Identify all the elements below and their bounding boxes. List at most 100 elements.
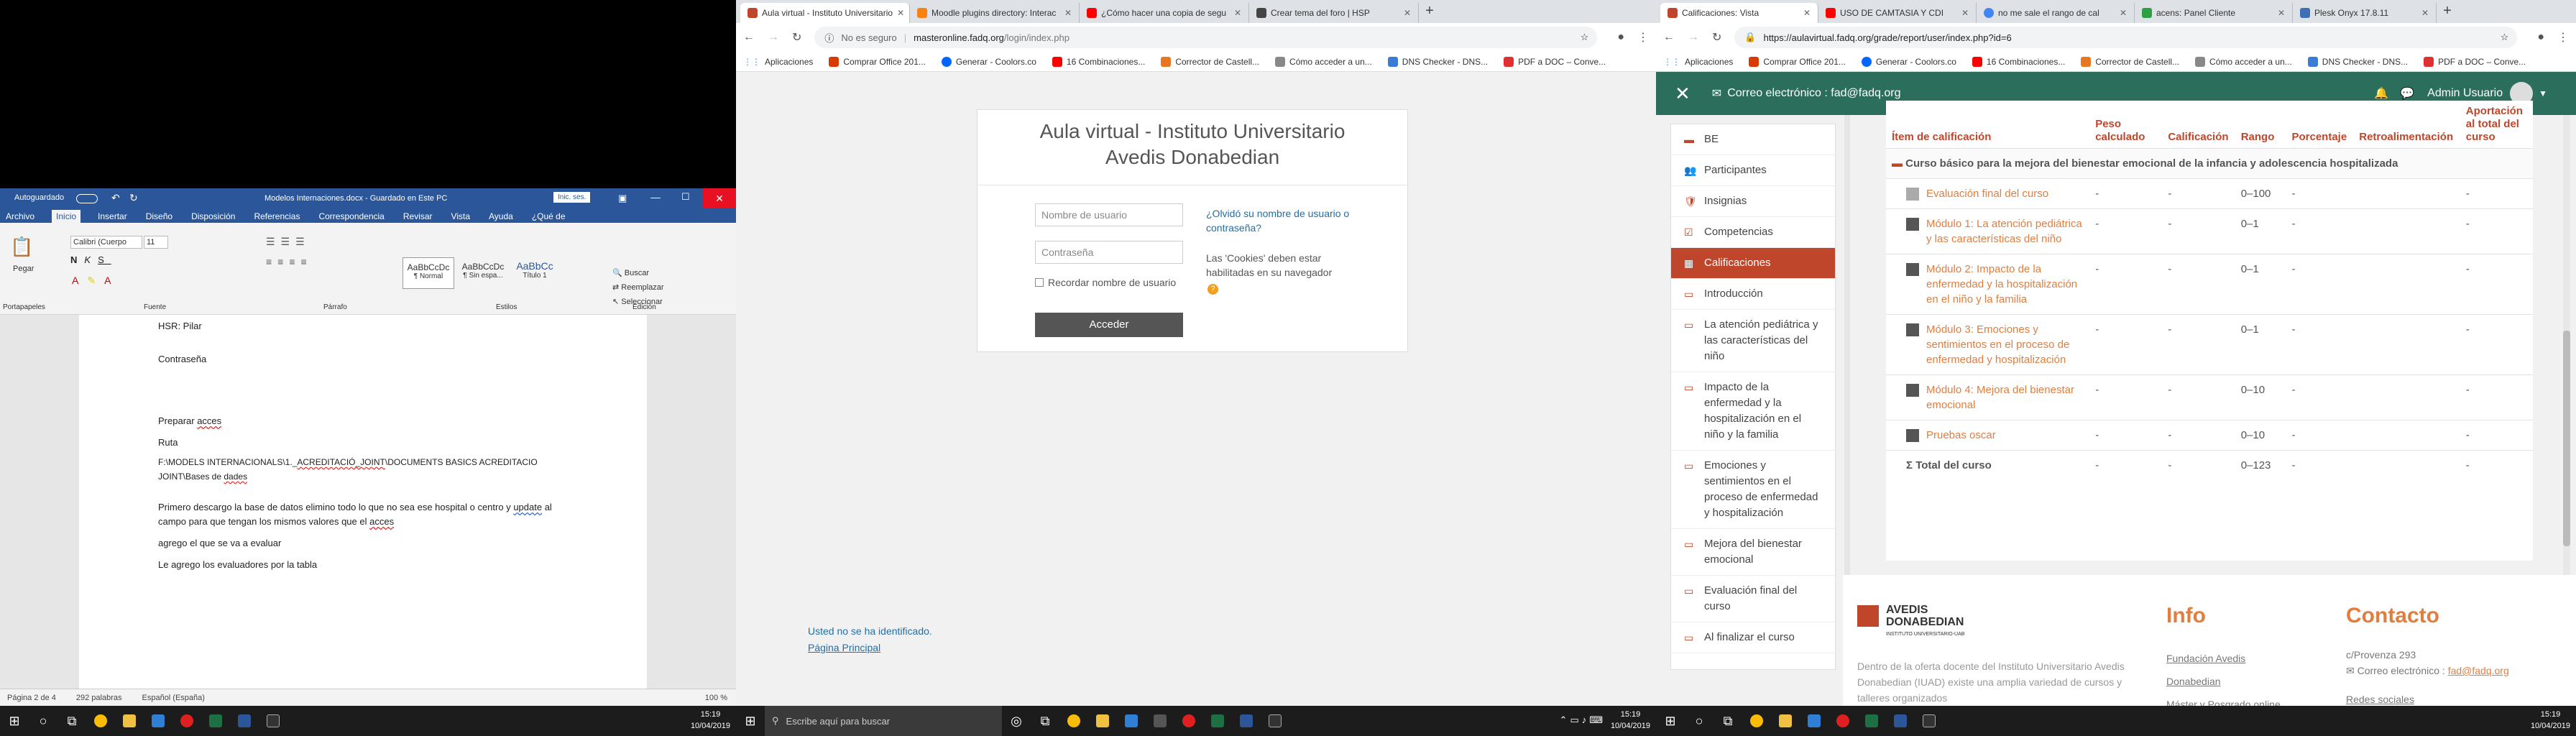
font-size-select[interactable]: 11 — [144, 236, 168, 249]
task-view-icon[interactable]: ⧉ — [58, 706, 86, 736]
bookmark-dns[interactable]: DNS Checker - DNS... — [2307, 56, 2408, 67]
col-porcentaje[interactable]: Porcentaje — [2286, 101, 2353, 149]
sidebar-item-introduccion[interactable]: ▭ Introducción — [1671, 279, 1835, 310]
task-view-icon[interactable]: ⧉ — [1031, 706, 1059, 736]
menu-insertar[interactable]: Insertar — [96, 210, 129, 223]
footer-link-fundacion[interactable]: Fundación Avedis — [2166, 647, 2281, 670]
language[interactable]: Español (España) — [142, 694, 205, 702]
close-icon[interactable]: ✕ — [703, 188, 736, 208]
zoom-level[interactable]: 100 % — [705, 694, 727, 702]
sidebar-item-evaluacion[interactable]: ▭ Evaluación final del curso — [1671, 576, 1835, 622]
col-item[interactable]: Ítem de calificación — [1886, 101, 2089, 149]
menu-vista[interactable]: Vista — [450, 210, 472, 223]
terminal-icon[interactable] — [259, 706, 288, 736]
menu-dots-icon[interactable]: ⋮ — [1637, 30, 1649, 45]
new-tab-icon[interactable]: + — [1419, 3, 1440, 23]
ribbon-display-icon[interactable]: ▣ — [618, 193, 627, 204]
url-input[interactable]: 🔒 https://aulavirtual.fadq.org/grade/rep… — [1734, 27, 2518, 48]
tab-rango[interactable]: no me sale el rango de cal ✕ — [1977, 3, 2135, 23]
menu-dots-icon[interactable]: ⋮ — [2557, 30, 2569, 45]
word-icon[interactable] — [230, 706, 259, 736]
style-heading-1[interactable]: AaBbCc Título 1 — [512, 257, 558, 289]
bookmark-combinaciones[interactable]: 16 Combinaciones... — [1052, 56, 1145, 67]
word-icon[interactable] — [1232, 706, 1261, 736]
clock-left[interactable]: 15:19 10/04/2019 — [691, 709, 730, 732]
tab-aula-virtual[interactable]: Aula virtual - Instituto Universitario ✕ — [740, 3, 910, 23]
grade-item-link[interactable]: Módulo 2: Impacto de la enfermedad y la … — [1926, 262, 2084, 307]
font-name-select[interactable]: Calibri (Cuerpo — [70, 236, 142, 249]
word-count[interactable]: 292 palabras — [76, 694, 122, 702]
back-icon[interactable]: ← — [743, 31, 755, 44]
windows-start-icon[interactable]: ⊞ — [1656, 706, 1685, 736]
reload-icon[interactable]: ↻ — [1712, 30, 1721, 45]
col-rango[interactable]: Rango — [2235, 101, 2286, 149]
task-view-icon[interactable]: ⧉ — [1714, 706, 1742, 736]
reload-icon[interactable]: ↻ — [792, 30, 801, 45]
sidebar-item-participantes[interactable]: 👥 Participantes — [1671, 155, 1835, 186]
remember-checkbox[interactable] — [1035, 278, 1044, 287]
sidebar-item-competencias[interactable]: ☑ Competencias — [1671, 217, 1835, 248]
url-input[interactable]: ⓘ No es seguro | masteronline.fadq.org/l… — [814, 27, 1598, 48]
footer-email-link[interactable]: fad@fadq.org — [2448, 665, 2509, 676]
close-tab-icon[interactable]: ✕ — [1234, 8, 1241, 18]
col-aportacion[interactable]: Aportación al total del curso — [2460, 101, 2533, 149]
col-peso[interactable]: Peso calculado — [2089, 101, 2162, 149]
close-tab-icon[interactable]: ✕ — [2278, 8, 2285, 18]
opera-icon[interactable] — [1174, 706, 1203, 736]
align-icons[interactable]: ≡≡≡≡ — [266, 256, 313, 267]
bookmark-star-icon[interactable]: ☆ — [2501, 32, 2509, 43]
col-retro[interactable]: Retroalimentación — [2353, 101, 2460, 149]
maximize-icon[interactable]: ☐ — [681, 191, 690, 203]
minimize-icon[interactable]: — — [650, 191, 661, 203]
menu-inicio[interactable]: Inicio — [52, 210, 81, 223]
excel-icon[interactable] — [1857, 706, 1886, 736]
list-icons[interactable]: ☰☰☰ — [266, 236, 310, 248]
login-button[interactable]: Acceder — [1035, 313, 1183, 337]
explorer-icon[interactable] — [1771, 706, 1800, 736]
taskbar-search-input[interactable]: ⚲ Escribe aquí para buscar — [765, 706, 1002, 736]
excel-icon[interactable] — [1203, 706, 1232, 736]
close-tab-icon[interactable]: ✕ — [2421, 8, 2429, 18]
sidebar-item-calificaciones[interactable]: ▦ Calificaciones — [1671, 248, 1835, 279]
grade-item-link[interactable]: Módulo 3: Emociones y sentimientos en el… — [1926, 322, 2084, 367]
styles-gallery[interactable]: AaBbCcDc ¶ Normal AaBbCcDc ¶ Sin espa... A… — [402, 257, 558, 289]
back-icon[interactable]: ← — [1663, 31, 1675, 44]
profile-icon[interactable]: ● — [2537, 31, 2544, 44]
footer-social[interactable]: Redes sociales — [2346, 691, 2509, 707]
tab-calificaciones[interactable]: Calificaciones: Vista ✕ — [1660, 3, 1818, 23]
bookmark-pdf[interactable]: PDF a DOC – Conve... — [2424, 56, 2526, 67]
menu-diseno[interactable]: Diseño — [144, 210, 174, 223]
bookmark-star-icon[interactable]: ☆ — [1581, 32, 1589, 43]
store-icon[interactable] — [1146, 706, 1174, 736]
sidebar-item-impacto[interactable]: ▭ Impacto de la enfermedad y la hospitali… — [1671, 372, 1835, 451]
tab-crear-tema[interactable]: Crear tema del foro | HSP ✕ — [1249, 3, 1419, 23]
menu-ayuda[interactable]: Ayuda — [487, 210, 515, 223]
undo-icon[interactable]: ↶ — [111, 192, 120, 204]
bookmark-coolors[interactable]: Generar - Coolors.co — [941, 56, 1036, 67]
col-calificacion[interactable]: Calificación — [2162, 101, 2235, 149]
style-normal[interactable]: AaBbCcDc ¶ Normal — [402, 257, 454, 289]
paste-label[interactable]: Pegar — [13, 264, 34, 273]
sidebar-item-emociones[interactable]: ▭ Emociones y sentimientos en el proceso … — [1671, 451, 1835, 529]
chrome-icon[interactable] — [86, 706, 115, 736]
clock-middle[interactable]: 15:19 10/04/2019 — [1611, 709, 1650, 732]
footer-link-donabedian[interactable]: Donabedian — [2166, 670, 2281, 693]
info-icon[interactable]: ⓘ — [824, 31, 834, 45]
close-tab-icon[interactable]: ✕ — [1803, 8, 1811, 18]
tab-moodle-plugins[interactable]: Moodle plugins directory: Interac ✕ — [910, 3, 1080, 23]
word-icon[interactable] — [1886, 706, 1915, 736]
grade-item-link[interactable]: Pruebas oscar — [1926, 428, 1996, 443]
bookmark-coolors[interactable]: Generar - Coolors.co — [1861, 56, 1956, 67]
username-input[interactable]: Nombre de usuario — [1035, 203, 1183, 226]
replace-button[interactable]: ⇄ Reemplazar — [612, 280, 664, 295]
cortana-icon[interactable]: ◎ — [1002, 706, 1031, 736]
bookmark-combinaciones[interactable]: 16 Combinaciones... — [1972, 56, 2065, 67]
edge-icon[interactable] — [1800, 706, 1828, 736]
grade-item-link[interactable]: Evaluación final del curso — [1926, 186, 2048, 201]
user-menu-caret-icon[interactable]: ▼ — [2539, 88, 2547, 98]
font-color-icon[interactable]: A✎A — [72, 275, 119, 287]
bookmark-apps[interactable]: ⋮⋮ Aplicaciones — [743, 57, 813, 67]
sidebar-item-atencion[interactable]: ▭ La atención pediátrica y las caracterís… — [1671, 310, 1835, 372]
bookmark-acceder[interactable]: Cómo acceder a un... — [1275, 56, 1372, 67]
bookmark-office[interactable]: Comprar Office 201... — [1749, 56, 1846, 67]
